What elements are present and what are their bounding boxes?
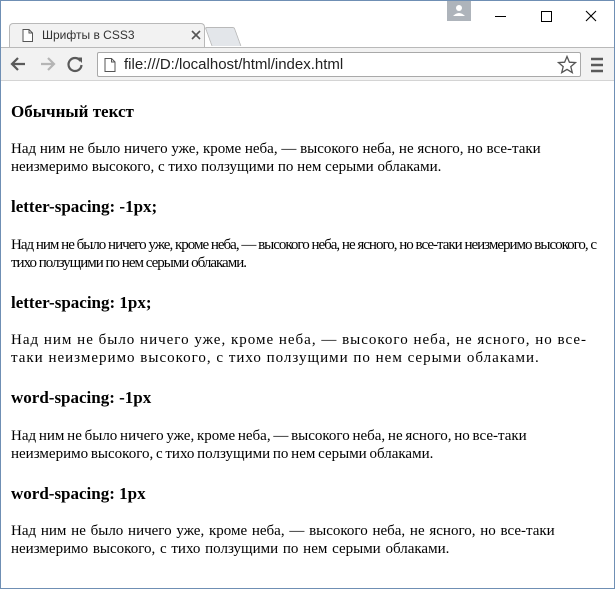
section-paragraph: Над ним не было ничего уже, кроме неба, … <box>11 141 541 175</box>
maximize-icon <box>541 11 552 22</box>
browser-tab[interactable]: Шрифты в CSS3 <box>9 23 205 47</box>
maximize-button[interactable] <box>523 1 568 31</box>
page-icon <box>22 29 33 42</box>
profile-button[interactable] <box>447 1 471 21</box>
reload-icon[interactable] <box>65 54 85 74</box>
section-paragraph: Над ним не было ничего уже, кроме неба, … <box>11 237 597 271</box>
url-text[interactable]: file:///D:/localhost/html/index.html <box>124 56 343 73</box>
section-paragraph: Над ним не было ничего уже, кроме неба, … <box>11 428 527 462</box>
user-icon <box>453 5 465 16</box>
minimize-icon <box>495 16 506 17</box>
page-icon <box>104 58 116 72</box>
close-icon <box>585 10 597 22</box>
arrow-left-icon[interactable] <box>9 54 29 74</box>
title-bar: Шрифты в CSS3 <box>1 1 614 47</box>
section-paragraph: Над ним не было ничего уже, кроме неба, … <box>11 523 555 557</box>
arrow-right-icon[interactable] <box>37 54 57 74</box>
section-paragraph: Над ним не было ничего уже, кроме неба, … <box>11 332 587 366</box>
address-bar[interactable]: file:///D:/localhost/html/index.html <box>97 52 581 77</box>
star-icon[interactable] <box>557 55 577 75</box>
close-icon[interactable] <box>190 29 202 41</box>
toolbar: file:///D:/localhost/html/index.html <box>1 47 614 81</box>
tab-title: Шрифты в CSS3 <box>42 28 135 42</box>
new-tab-button[interactable] <box>204 27 242 46</box>
hamburger-menu-icon[interactable] <box>589 56 605 74</box>
browser-window: Шрифты в CSS3 file:///D:/localhost/html/… <box>0 0 615 589</box>
page-content: Обычный текст Над ним не было ничего уже… <box>1 81 614 588</box>
section-heading: letter-spacing: 1px; <box>11 293 152 312</box>
section-heading: letter-spacing: -1px; <box>11 197 158 216</box>
section-heading: Обычный текст <box>11 102 134 121</box>
section-heading: word-spacing: -1px <box>11 388 152 407</box>
close-window-button[interactable] <box>568 1 613 31</box>
minimize-button[interactable] <box>478 1 523 31</box>
section-heading: word-spacing: 1px <box>11 484 146 503</box>
